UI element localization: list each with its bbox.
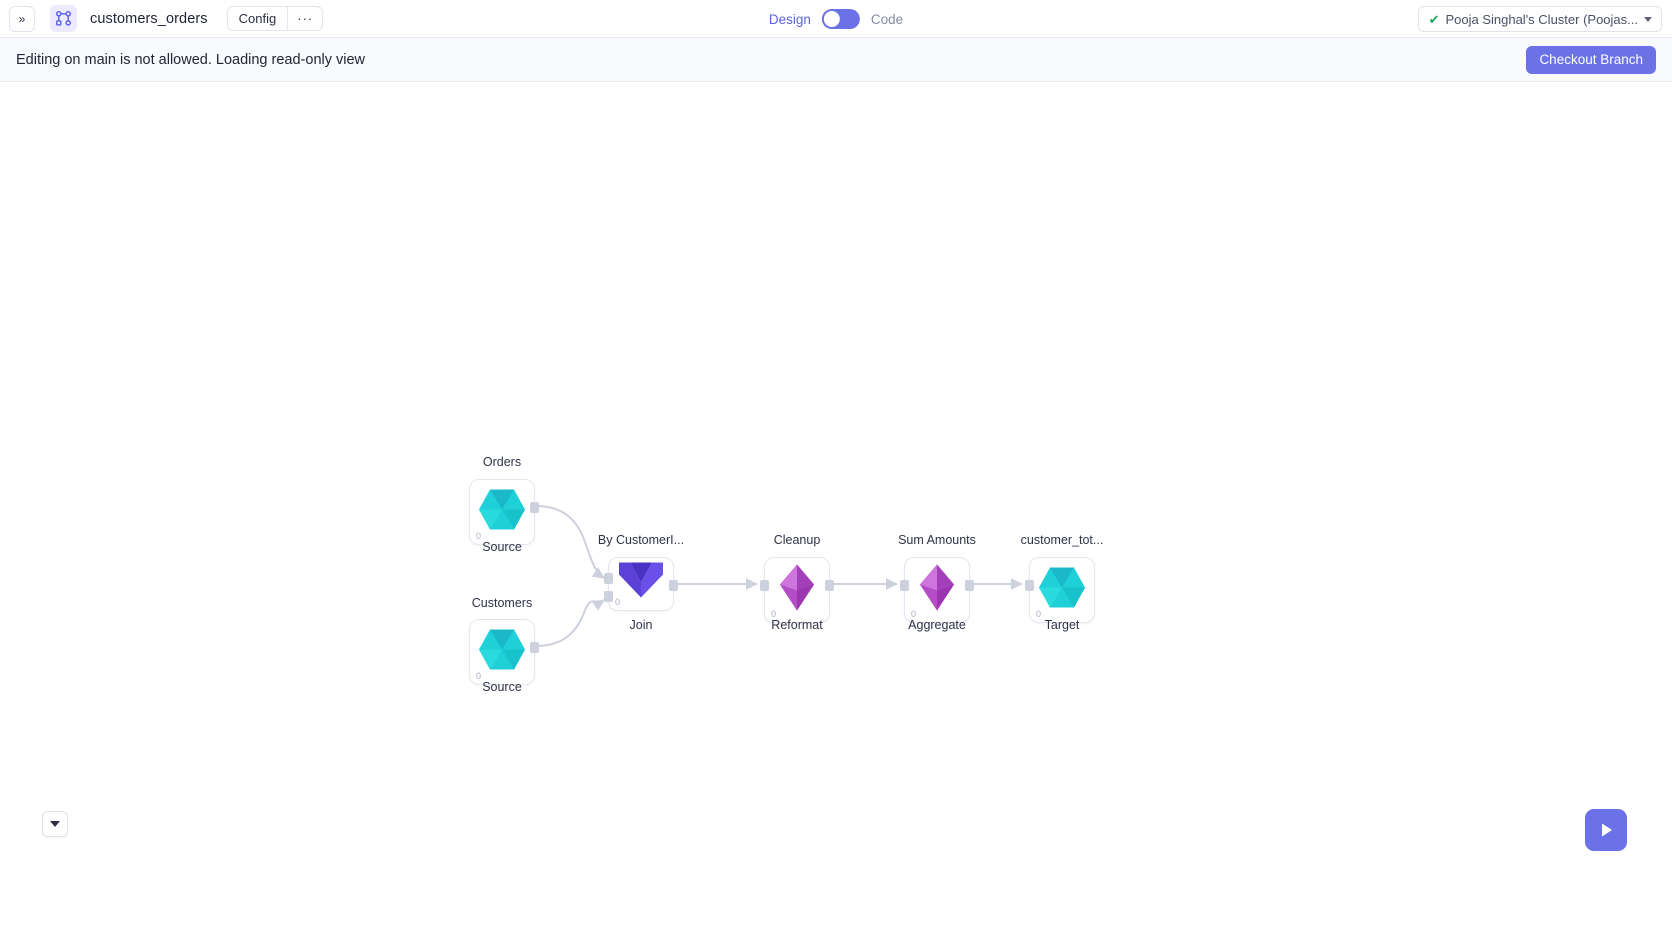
node-orders[interactable]: 0 [469, 479, 539, 545]
node-aggregate[interactable]: 0 [900, 557, 974, 623]
design-code-switch: Design Code [769, 0, 903, 38]
output-port[interactable] [825, 580, 834, 591]
node-reformat[interactable]: 0 [760, 557, 834, 623]
cluster-selector[interactable]: ✔ Pooja Singhal's Cluster (Poojas... [1417, 6, 1662, 32]
toggle-knob [823, 11, 840, 27]
output-port[interactable] [965, 580, 974, 591]
input-port-bottom[interactable] [604, 591, 613, 602]
top-bar-right: ✔ Pooja Singhal's Cluster (Poojas... [1417, 0, 1662, 38]
top-bar-left: » customers_orders Config ··· [0, 5, 324, 32]
sidebar-collapse-button[interactable]: » [9, 5, 35, 32]
output-port[interactable] [530, 642, 539, 653]
node-customers[interactable]: 0 [469, 619, 539, 685]
chevrons-right-icon: » [18, 11, 26, 26]
canvas-dropdown-button[interactable] [42, 811, 68, 837]
input-port-top[interactable] [604, 573, 613, 584]
play-icon [1602, 823, 1612, 837]
node-subtitle-target: Target [1044, 618, 1080, 632]
node-title-aggregate: Sum Amounts [898, 533, 976, 547]
top-bar: » customers_orders Config ··· Design Cod… [0, 0, 1672, 38]
pipeline-edges [535, 505, 1023, 647]
tab-code[interactable]: Code [871, 12, 903, 27]
node-subtitle-aggregate: Aggregate [908, 618, 966, 632]
node-join[interactable]: 0 [604, 557, 678, 611]
checkout-branch-button[interactable]: Checkout Branch [1526, 45, 1656, 74]
node-subtitle-reformat: Reformat [771, 618, 823, 632]
run-pipeline-button[interactable] [1585, 809, 1627, 851]
chevron-down-icon [1644, 16, 1652, 22]
input-port[interactable] [1025, 580, 1034, 591]
output-port[interactable] [669, 580, 678, 591]
page-title: customers_orders [90, 10, 208, 27]
cluster-name-label: Pooja Singhal's Cluster (Poojas... [1445, 11, 1638, 27]
config-button[interactable]: Config [227, 7, 288, 30]
node-title-join: By CustomerI... [597, 533, 685, 547]
readonly-banner: Editing on main is not allowed. Loading … [0, 38, 1672, 82]
chevron-purple-icon [618, 560, 664, 603]
node-subtitle-customers: Source [482, 680, 522, 694]
input-port[interactable] [900, 580, 909, 591]
hexagon-teal-icon [1038, 567, 1086, 614]
node-title-reformat: Cleanup [773, 533, 821, 547]
node-title-target: customer_tot... [1020, 533, 1104, 547]
node-count-join: 0 [615, 597, 621, 607]
gem-magenta-icon [778, 564, 816, 617]
check-icon: ✔ [1428, 11, 1440, 27]
node-subtitle-orders: Source [482, 540, 522, 554]
banner-message: Editing on main is not allowed. Loading … [16, 51, 366, 68]
node-title-orders: Orders [482, 455, 522, 469]
output-port[interactable] [530, 502, 539, 513]
node-subtitle-join: Join [629, 618, 653, 632]
pipeline-actions-group: Config ··· [226, 6, 324, 31]
tab-design[interactable]: Design [769, 12, 811, 27]
gem-magenta-icon [918, 564, 956, 617]
pipeline-canvas[interactable]: Orders 0 Source Customers 0 Source By Cu… [0, 82, 1672, 933]
pipeline-graph-icon [50, 5, 77, 32]
design-code-toggle[interactable] [821, 9, 860, 29]
node-title-customers: Customers [471, 596, 533, 610]
input-port[interactable] [760, 580, 769, 591]
hexagon-teal-icon [478, 629, 526, 676]
hexagon-teal-icon [478, 489, 526, 536]
node-target[interactable]: 0 [1025, 557, 1095, 623]
more-options-button[interactable]: ··· [288, 7, 322, 30]
chevron-down-icon [50, 821, 60, 827]
